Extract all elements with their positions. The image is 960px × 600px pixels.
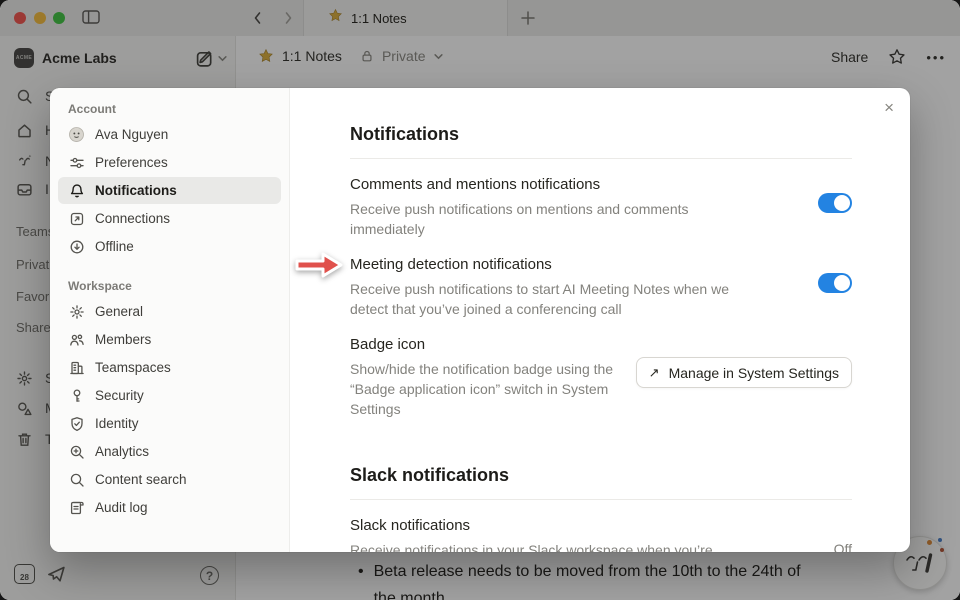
page-title: Notifications (350, 122, 852, 146)
setting-row-slack-notifications: Slack notifications Receive notification… (350, 516, 852, 552)
zoom-plus-icon (68, 443, 85, 460)
settings-item-audit-log[interactable]: Audit log (58, 494, 281, 521)
account-section-label: Account (68, 102, 281, 116)
arrow-up-right-icon: ↗ (649, 365, 660, 381)
setting-description: Receive push notifications to start AI M… (350, 279, 770, 319)
setting-row-comments-mentions: Comments and mentions notifications Rece… (350, 175, 852, 239)
settings-item-general[interactable]: General (58, 298, 281, 325)
comments-mentions-toggle[interactable] (818, 193, 852, 213)
download-circle-icon (68, 238, 85, 255)
setting-title: Meeting detection notifications (350, 255, 818, 275)
settings-item-notifications[interactable]: Notifications (58, 177, 281, 204)
settings-item-teamspaces[interactable]: Teamspaces (58, 354, 281, 381)
slack-notifications-value[interactable]: Off (834, 541, 852, 552)
setting-description: Receive push notifications on mentions a… (350, 199, 710, 239)
screen: 1:1 Notes ACME Acme Labs S H N I (0, 0, 960, 600)
setting-description: Receive notifications in your Slack work… (350, 540, 834, 552)
settings-modal: Account Ava Nguyen Preferences Notificat… (50, 88, 910, 552)
setting-title: Comments and mentions notifications (350, 175, 818, 195)
setting-row-badge-icon: Badge icon Show/hide the notification ba… (350, 335, 852, 419)
slack-section-title: Slack notifications (350, 463, 852, 487)
settings-item-connections[interactable]: Connections (58, 205, 281, 232)
sliders-icon (68, 154, 85, 171)
settings-item-offline[interactable]: Offline (58, 233, 281, 260)
setting-row-meeting-detection: Meeting detection notifications Receive … (350, 255, 852, 319)
workspace-section-label: Workspace (68, 279, 281, 293)
settings-sidebar: Account Ava Nguyen Preferences Notificat… (50, 88, 290, 552)
building-icon (68, 359, 85, 376)
gear-icon (68, 303, 85, 320)
setting-title: Badge icon (350, 335, 636, 355)
scroll-icon (68, 499, 85, 516)
divider (350, 158, 852, 159)
settings-item-members[interactable]: Members (58, 326, 281, 353)
meeting-detection-toggle[interactable] (818, 273, 852, 293)
shield-check-icon (68, 415, 85, 432)
setting-title: Slack notifications (350, 516, 834, 536)
settings-content: × Notifications Comments and mentions no… (290, 88, 910, 552)
settings-item-security[interactable]: Security (58, 382, 281, 409)
close-icon[interactable]: × (884, 99, 894, 116)
settings-item-account[interactable]: Ava Nguyen (58, 121, 281, 148)
settings-item-preferences[interactable]: Preferences (58, 149, 281, 176)
search-icon (68, 471, 85, 488)
bell-icon (68, 182, 85, 199)
settings-item-identity[interactable]: Identity (58, 410, 281, 437)
settings-item-content-search[interactable]: Content search (58, 466, 281, 493)
setting-description: Show/hide the notification badge using t… (350, 359, 620, 419)
divider (350, 499, 852, 500)
avatar (68, 126, 85, 143)
connections-icon (68, 210, 85, 227)
settings-item-analytics[interactable]: Analytics (58, 438, 281, 465)
annotation-arrow (293, 250, 345, 280)
manage-system-settings-button[interactable]: ↗ Manage in System Settings (636, 357, 852, 388)
members-icon (68, 331, 85, 348)
key-icon (68, 387, 85, 404)
